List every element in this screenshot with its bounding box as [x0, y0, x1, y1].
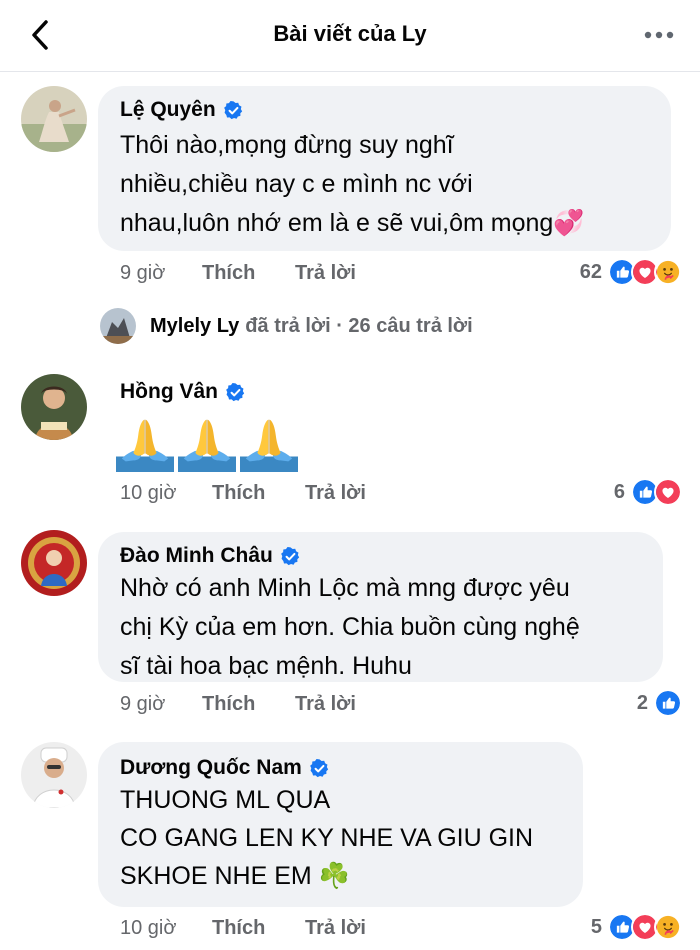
more-horizontal-icon[interactable]: [642, 22, 676, 48]
avatar: [100, 308, 136, 344]
comment-author[interactable]: Đào Minh Châu: [120, 544, 301, 568]
page-title: Bài viết của Ly: [273, 21, 427, 46]
comment-time[interactable]: 9 giờ: [120, 693, 202, 716]
avatar[interactable]: [21, 742, 87, 808]
author-name[interactable]: Đào Minh Châu: [120, 544, 273, 568]
care-reaction-icon: [654, 913, 682, 941]
avatar-image: [21, 374, 87, 440]
reply-button[interactable]: Trả lời: [305, 482, 366, 505]
love-reaction-icon: [654, 478, 682, 506]
reaction-count: 2: [636, 691, 648, 714]
comment-text: Nhờ có anh Minh Lộc mà mng được yêu chị …: [120, 574, 580, 680]
comment-emoji-content: [116, 414, 298, 472]
like-button[interactable]: Thích: [202, 262, 295, 285]
comment-actions: 9 giờ Thích Trả lời: [120, 262, 356, 285]
reaction-summary[interactable]: 2: [637, 689, 682, 717]
verified-badge-icon: [223, 100, 244, 121]
reaction-count: 6: [613, 480, 625, 503]
pray-emoji-icon: [240, 414, 298, 472]
pray-emoji-icon: [116, 414, 174, 472]
comment-actions: 9 giờ Thích Trả lời: [120, 693, 356, 716]
reaction-summary[interactable]: 6: [614, 478, 682, 506]
avatar[interactable]: [21, 374, 87, 440]
avatar-image: [21, 742, 87, 808]
comment-time[interactable]: 10 giờ: [120, 917, 212, 940]
comment-actions: 10 giờ Thích Trả lời: [120, 482, 366, 505]
avatar[interactable]: [21, 86, 87, 152]
comment-author[interactable]: Hồng Vân: [120, 380, 246, 404]
top-bar: Bài viết của Ly: [0, 0, 700, 72]
reply-button[interactable]: Trả lời: [305, 917, 366, 940]
avatar[interactable]: [21, 530, 87, 596]
verified-badge-icon: [309, 758, 330, 779]
view-replies-link[interactable]: Mylely Ly đã trả lời · 26 câu trả lời: [100, 308, 473, 344]
reply-author: Mylely Ly: [150, 314, 240, 337]
like-button[interactable]: Thích: [202, 693, 295, 716]
comment-author[interactable]: Dương Quốc Nam: [120, 756, 330, 780]
reply-button[interactable]: Trả lời: [295, 693, 356, 716]
avatar-image: [100, 308, 136, 344]
like-button[interactable]: Thích: [212, 917, 305, 940]
pray-emoji-icon: [178, 414, 236, 472]
reply-count-text: đã trả lời · 26 câu trả lời: [245, 314, 473, 337]
comment-text: THUONG ML QUA CO GANG LEN KY NHE VA GIU …: [120, 786, 534, 890]
comment-text: Thôi nào,mọng đừng suy nghĩ nhiều,chiều …: [120, 131, 585, 237]
author-name[interactable]: Lệ Quyên: [120, 98, 216, 122]
author-name[interactable]: Dương Quốc Nam: [120, 756, 302, 780]
care-reaction-icon: [654, 258, 682, 286]
reaction-count: 5: [590, 915, 602, 938]
avatar-image: [21, 530, 87, 596]
reply-button[interactable]: Trả lời: [295, 262, 356, 285]
author-name[interactable]: Hồng Vân: [120, 380, 218, 404]
comment-time[interactable]: 9 giờ: [120, 262, 202, 285]
reaction-summary[interactable]: 5: [591, 913, 682, 941]
reaction-count: 62: [579, 260, 602, 283]
avatar-image: [21, 86, 87, 152]
verified-badge-icon: [225, 382, 246, 403]
like-reaction-icon: [654, 689, 682, 717]
comment-author[interactable]: Lệ Quyên: [120, 98, 244, 122]
verified-badge-icon: [280, 546, 301, 567]
reaction-summary[interactable]: 62: [580, 258, 682, 286]
like-button[interactable]: Thích: [212, 482, 305, 505]
comment-actions: 10 giờ Thích Trả lời: [120, 917, 366, 940]
comment-time[interactable]: 10 giờ: [120, 482, 212, 505]
